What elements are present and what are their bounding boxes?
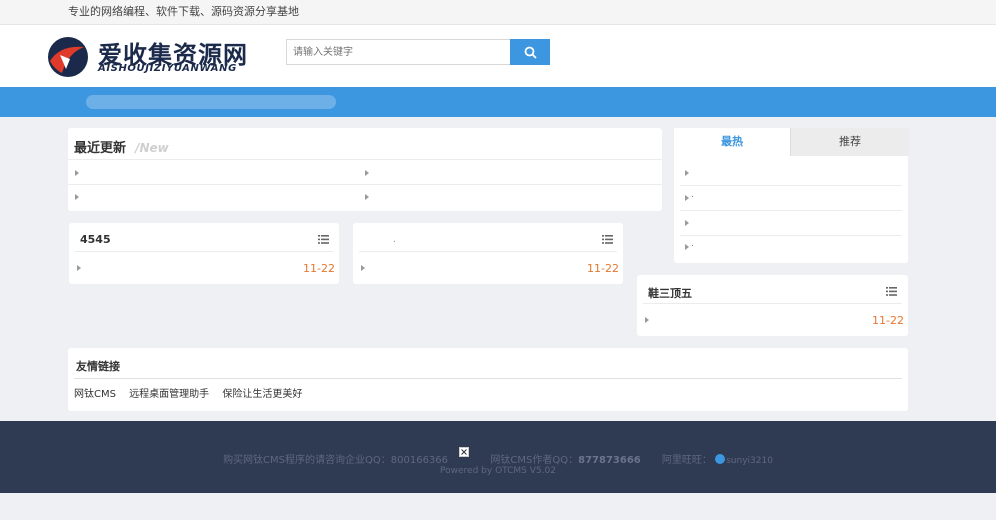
list-item[interactable] [685, 195, 689, 201]
list-icon[interactable] [886, 287, 897, 296]
category-box-4545: 4545 11-22 [69, 223, 339, 284]
friend-links-panel: 友情链接 网钛CMS 远程桌面管理助手 保险让生活更美好 [68, 348, 908, 411]
topbar: 专业的网络编程、软件下载、源码资源分享基地 [0, 0, 996, 25]
hot-recommend-panel: 最热 推荐 . . [674, 128, 909, 263]
site-slogan: 专业的网络编程、软件下载、源码资源分享基地 [68, 5, 299, 18]
list-item[interactable] [645, 317, 649, 323]
nav-bar [0, 87, 996, 117]
broken-image-icon[interactable] [459, 447, 470, 457]
logo-english-name: AISHOUJIZIYUANWANG [98, 63, 237, 74]
tab-recommend[interactable]: 推荐 [790, 128, 909, 156]
category-title[interactable]: 鞋三顶五 [648, 285, 692, 301]
friend-links-title: 友情链接 [76, 360, 120, 373]
divider [74, 378, 902, 379]
list-item[interactable] [75, 170, 79, 176]
footer-wangwang-label: 阿里旺旺： [661, 455, 712, 466]
divider [680, 210, 902, 211]
category-box-2: . 11-22 [353, 223, 623, 284]
header: 爱收集资源网 AISHOUJIZIYUANWANG [0, 25, 996, 87]
list-item[interactable] [685, 170, 689, 176]
item-date: 11-22 [872, 314, 904, 327]
footer-powered-by: Powered by OTCMS V5.02 [440, 466, 556, 476]
nav-items-blurred [86, 95, 336, 109]
list-item[interactable] [361, 265, 365, 271]
list-item[interactable] [685, 244, 689, 250]
divider [680, 185, 902, 186]
logo-mark-icon [48, 37, 88, 77]
category-box-tingsan: 鞋三顶五 11-22 [637, 275, 908, 336]
item-date: 11-22 [587, 262, 619, 275]
list-item-text[interactable]: . [691, 190, 694, 200]
footer-contact-line: 购买网钛CMS程序的请咨询企业QQ：800166366 网钛CMS作者QQ：87… [0, 447, 996, 466]
divider [68, 159, 662, 160]
tab-hot[interactable]: 最热 [674, 128, 790, 156]
friend-link[interactable]: 保险让生活更美好 [222, 389, 302, 400]
footer-buy-text: 购买网钛CMS程序的请咨询企业QQ：800166366 [223, 455, 449, 466]
category-title[interactable]: 4545 [80, 233, 111, 246]
list-item[interactable] [77, 265, 81, 271]
search-box [286, 39, 550, 65]
list-item[interactable] [75, 194, 79, 200]
divider [68, 184, 662, 185]
list-item[interactable] [365, 194, 369, 200]
page-bottom [0, 493, 996, 520]
latest-updates-subtitle: /New [135, 141, 169, 155]
divider [359, 251, 617, 252]
footer-wangwang-id[interactable]: sunyi3210 [726, 456, 773, 466]
friend-link[interactable]: 网钛CMS [74, 389, 116, 400]
list-item-text[interactable]: . [691, 239, 694, 249]
wangwang-icon[interactable] [715, 454, 726, 464]
list-icon[interactable] [318, 235, 329, 244]
search-input[interactable] [286, 39, 516, 65]
footer: 购买网钛CMS程序的请咨询企业QQ：800166366 网钛CMS作者QQ：87… [0, 421, 996, 493]
divider [643, 303, 902, 304]
latest-updates-panel: 最近更新 /New [68, 128, 662, 211]
list-icon[interactable] [602, 235, 613, 244]
category-title-dot: . [393, 235, 396, 245]
list-item[interactable] [365, 170, 369, 176]
item-date: 11-22 [303, 262, 335, 275]
search-button[interactable] [510, 39, 550, 65]
footer-author-qq[interactable]: 877873666 [578, 455, 641, 466]
footer-author-label: 网钛CMS作者QQ： [490, 455, 579, 466]
divider [75, 251, 333, 252]
latest-updates-title: 最近更新 [74, 141, 127, 156]
friend-link[interactable]: 远程桌面管理助手 [129, 389, 209, 400]
close-icon [461, 449, 468, 455]
list-item[interactable] [685, 220, 689, 226]
site-logo[interactable]: 爱收集资源网 AISHOUJIZIYUANWANG [46, 35, 247, 77]
divider [680, 235, 902, 236]
search-icon [524, 46, 537, 59]
